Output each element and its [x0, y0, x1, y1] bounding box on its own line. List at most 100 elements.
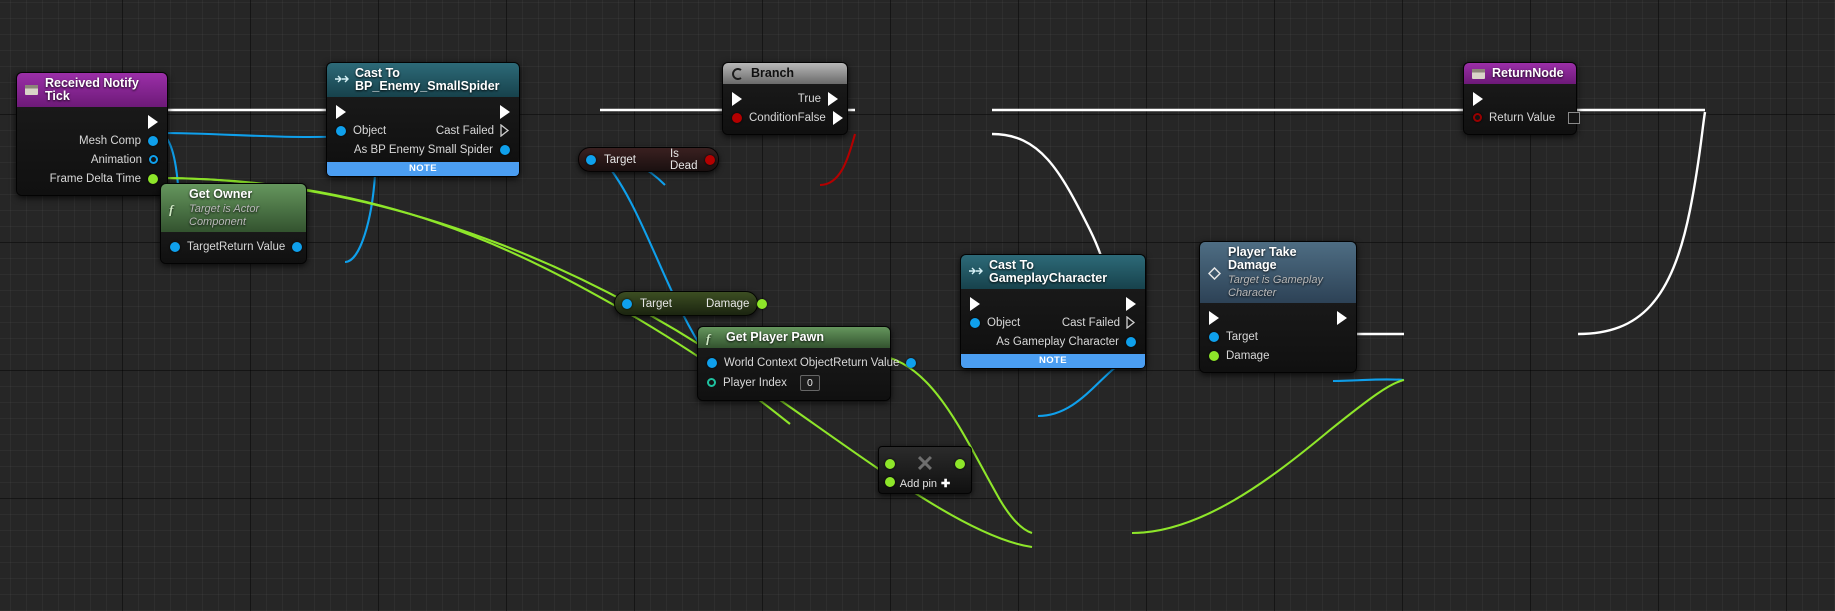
pin-row-exec[interactable] [1200, 308, 1356, 327]
pin-row-exec-true[interactable]: True [723, 89, 847, 108]
damage-out-pin[interactable] [757, 298, 768, 309]
pin-label-damage: Damage [1226, 349, 1270, 362]
node-title: Branch [751, 66, 795, 80]
node-title: ReturnNode [1492, 66, 1564, 80]
node-header: Cast To BP_Enemy_SmallSpider [327, 63, 519, 97]
cast-failed-exec-out-pin[interactable] [1126, 316, 1136, 329]
mesh-comp-out-pin[interactable] [148, 135, 158, 146]
note-bar[interactable]: NOTE [961, 354, 1145, 368]
pin-row-player-index[interactable]: Player Index 0 [698, 372, 890, 393]
pin-row-as-gameplay-character[interactable]: As Gameplay Character [961, 332, 1145, 351]
pin-label-world-context-object: World Context Object [724, 356, 834, 369]
pin-row-world-context-return[interactable]: World Context Object Return Value [698, 353, 917, 372]
is-dead-target-in-pin[interactable] [586, 154, 596, 165]
pin-row-condition-false[interactable]: Condition False [723, 108, 847, 127]
pin-row-exec[interactable] [961, 294, 1145, 313]
pin-row-animation[interactable]: Animation [17, 150, 167, 169]
animation-out-pin[interactable] [149, 155, 158, 164]
pin-label-target: Target [187, 240, 219, 253]
pin-row-return-value[interactable]: Return Value [1464, 108, 1581, 127]
pin-row-target-return[interactable]: Target Return Value [161, 237, 306, 256]
exec-in-pin[interactable] [1473, 91, 1483, 106]
cast-failed-exec-out-pin[interactable] [500, 124, 510, 137]
branch-icon [731, 67, 744, 80]
target-in-pin[interactable] [170, 241, 180, 252]
damage-target-in-pin[interactable] [622, 298, 632, 309]
pin-label-as-bp-enemy-small-spider: As BP Enemy Small Spider [353, 143, 493, 156]
pin-row-object-castfailed[interactable]: Object Cast Failed [327, 121, 519, 140]
return-value-out-pin[interactable] [292, 241, 303, 252]
node-damage[interactable]: Target Damage [614, 291, 768, 316]
exec-in-pin[interactable] [970, 296, 980, 311]
cast-icon [335, 74, 349, 86]
node-title: Cast To BP_Enemy_SmallSpider [355, 66, 500, 93]
svg-text:f: f [169, 203, 175, 216]
note-bar[interactable]: NOTE [327, 162, 519, 176]
node-subtitle: Target is Gameplay Character [1228, 274, 1323, 299]
player-index-in-pin[interactable] [707, 378, 716, 387]
true-exec-out-pin[interactable] [828, 91, 838, 106]
frame-delta-time-out-pin[interactable] [148, 173, 158, 184]
false-exec-out-pin[interactable] [832, 110, 843, 125]
pin-row-exec-in[interactable] [1464, 89, 1576, 108]
pin-row-object-castfailed[interactable]: Object Cast Failed [961, 313, 1145, 332]
exec-in-pin[interactable] [1209, 310, 1219, 325]
node-get-owner[interactable]: f Get Owner Target is Actor Component Ta… [160, 183, 307, 264]
pin-label-cast-failed: Cast Failed [435, 124, 494, 137]
node-body: Target Return Value [161, 232, 306, 263]
return-value-out-pin[interactable] [906, 357, 917, 368]
return-value-checkbox[interactable] [1568, 111, 1581, 124]
pin-label-return-value: Return Value [218, 240, 286, 253]
pin-row-mesh-comp[interactable]: Mesh Comp [17, 131, 167, 150]
object-in-pin[interactable] [336, 125, 346, 136]
object-in-pin[interactable] [970, 317, 980, 328]
add-pin-button[interactable]: Add pin ✚ [879, 477, 971, 490]
exec-out-pin[interactable] [500, 104, 510, 119]
node-received-notify-tick[interactable]: Received Notify Tick Mesh Comp Animation… [16, 72, 168, 196]
is-dead-out-pin[interactable] [705, 154, 716, 165]
node-return[interactable]: ReturnNode Return Value [1463, 62, 1581, 135]
player-index-input[interactable]: 0 [799, 374, 820, 391]
pin-row-target[interactable]: Target [1200, 327, 1356, 346]
pin-label-return-value: Return Value [833, 356, 900, 369]
pin-label-cast-failed: Cast Failed [1061, 316, 1120, 329]
node-subtitle: Target is Actor Component [189, 203, 260, 228]
pin-row-exec-out[interactable] [17, 112, 167, 131]
pin-row-as-bp-enemy-small-spider[interactable]: As BP Enemy Small Spider [327, 140, 519, 159]
exec-out-pin[interactable] [148, 114, 158, 129]
node-body: Mesh Comp Animation Frame Delta Time [17, 107, 167, 195]
exec-out-pin[interactable] [1337, 310, 1347, 325]
blueprint-graph-canvas[interactable]: Received Notify Tick Mesh Comp Animation… [0, 0, 1835, 611]
condition-in-pin[interactable] [732, 112, 742, 123]
node-get-player-pawn[interactable]: f Get Player Pawn World Context Object R… [697, 326, 917, 401]
pin-label-mesh-comp: Mesh Comp [79, 134, 141, 147]
add-pin-label: Add pin [899, 478, 938, 490]
node-is-dead[interactable]: Target Is Dead [578, 147, 719, 172]
node-header: f Get Player Pawn [698, 327, 890, 348]
node-player-take-damage[interactable]: Player Take Damage Target is Gameplay Ch… [1199, 241, 1357, 373]
pin-row-exec[interactable] [327, 102, 519, 121]
node-title: Get Owner [189, 187, 253, 201]
node-cast-to-bp-enemy-smallspider[interactable]: Cast To BP_Enemy_SmallSpider Object Cast… [326, 62, 520, 177]
pin-row-damage[interactable]: Damage [1200, 346, 1356, 365]
as-bp-enemy-small-spider-out-pin[interactable] [500, 144, 510, 155]
function-icon: f [706, 332, 719, 345]
as-gameplay-character-out-pin[interactable] [1126, 336, 1136, 347]
world-context-object-in-pin[interactable] [707, 357, 717, 368]
node-multiply[interactable]: ✕ Add pin ✚ [878, 446, 972, 494]
exec-in-pin[interactable] [336, 104, 346, 119]
node-body: True Condition False [723, 84, 847, 134]
multiply-glyph: ✕ [915, 451, 935, 476]
cast-icon [969, 266, 983, 278]
target-in-pin[interactable] [1209, 331, 1219, 342]
node-cast-to-gameplaycharacter[interactable]: Cast To GameplayCharacter Object Cast Fa… [960, 254, 1146, 369]
pin-label-return-value: Return Value [1489, 111, 1556, 124]
return-value-in-pin[interactable] [1473, 113, 1482, 122]
damage-in-pin[interactable] [1209, 350, 1219, 361]
node-title: Cast To GameplayCharacter [989, 258, 1108, 285]
exec-in-pin[interactable] [732, 91, 742, 106]
pin-row-frame-delta-time[interactable]: Frame Delta Time [17, 169, 167, 188]
event-icon [25, 84, 38, 96]
node-branch[interactable]: Branch True Condition False [722, 62, 848, 135]
exec-out-pin[interactable] [1126, 296, 1136, 311]
